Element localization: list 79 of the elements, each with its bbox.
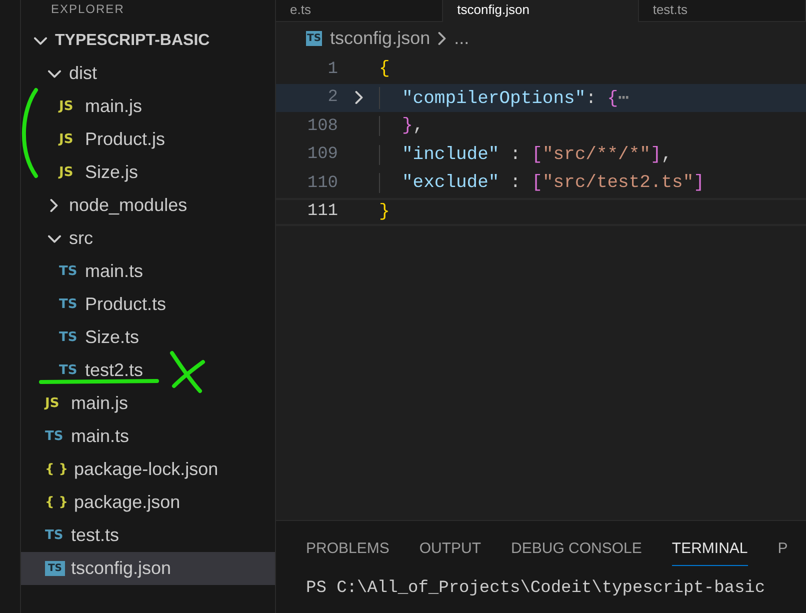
line-number: 108 (306, 116, 338, 136)
hand-drawn-cross-mark (170, 351, 205, 393)
line-number: 109 (306, 145, 338, 164)
file-name: test2.ts (85, 360, 144, 381)
file-name: Product.js (85, 129, 166, 150)
file-item[interactable]: TS test.ts (21, 519, 275, 552)
breadcrumb-item[interactable]: tsconfig.json (330, 28, 430, 49)
breadcrumb-item[interactable]: ... (454, 28, 470, 49)
sidebar-title: EXPLORER (50, 1, 126, 18)
file-name: src (69, 228, 93, 249)
file-name: main.ts (71, 426, 130, 447)
folder-item[interactable]: src (21, 222, 275, 255)
folder-item[interactable]: node_modules (21, 189, 275, 222)
file-type-icon: JS (59, 165, 79, 180)
file-name: package-lock.json (74, 459, 218, 480)
file-type-icon: TS (59, 264, 79, 279)
file-type-icon: TS (59, 297, 79, 312)
chevron-down-icon (34, 36, 46, 44)
file-item[interactable]: TS Size.ts (21, 321, 275, 354)
code-text: "include" : ["src/**/*"], (379, 144, 672, 165)
file-item[interactable]: TS test2.ts (21, 354, 275, 387)
file-type-icon: TS (59, 330, 79, 345)
folder-item[interactable]: TYPESCRIPT-BASIC (21, 24, 275, 57)
file-name: tsconfig.json (71, 558, 172, 579)
file-type-icon: TS (306, 31, 322, 46)
editor-tab[interactable]: test.ts (638, 0, 806, 22)
file-name: main.ts (85, 261, 144, 282)
file-item[interactable]: TS tsconfig.json (21, 552, 275, 585)
file-type-icon: JS (59, 132, 79, 147)
file-type-icon: TS (45, 528, 65, 543)
file-name: node_modules (69, 195, 188, 216)
file-item[interactable]: JS Product.js (21, 123, 275, 156)
file-name: Size.ts (85, 327, 140, 348)
code-text: { (379, 59, 390, 80)
file-name: dist (69, 63, 98, 84)
file-name: Size.js (85, 162, 138, 183)
file-item[interactable]: JS main.js (21, 387, 275, 420)
editor-tab[interactable]: e.ts (276, 0, 444, 22)
chevron-down-icon (48, 234, 60, 242)
line-number: 111 (306, 202, 338, 222)
file-type-icon: JS (45, 396, 65, 411)
line-number: 2 (326, 88, 338, 108)
file-name: main.js (71, 393, 128, 414)
code-text: "exclude" : ["src/test2.ts"] (379, 173, 704, 194)
file-name: test.ts (71, 525, 120, 546)
file-name: package.json (74, 492, 180, 513)
chevron-down-icon (48, 70, 60, 78)
code-text: }, (379, 116, 424, 136)
code-text: "compilerOptions": {⋯ (379, 86, 629, 109)
file-type-icon: TS (45, 429, 65, 444)
chevron-right-icon[interactable] (354, 91, 362, 104)
file-item[interactable]: { } package.json (21, 486, 275, 519)
file-type-icon: { } (45, 462, 68, 477)
file-type-icon: JS (59, 99, 79, 114)
file-name: main.js (85, 96, 142, 117)
line-number: 110 (306, 174, 338, 193)
panel-tab[interactable]: OUTPUT (419, 533, 482, 566)
file-item[interactable]: JS main.js (21, 90, 275, 123)
file-name: TYPESCRIPT-BASIC (55, 32, 210, 50)
file-item[interactable]: JS Size.js (21, 156, 275, 189)
file-name: Product.ts (85, 294, 166, 315)
folder-item[interactable]: dist (21, 57, 275, 90)
file-type-icon: TS (45, 561, 65, 576)
panel-tab[interactable]: PROBLEMS (306, 533, 390, 566)
editor-tab[interactable]: tsconfig.json (443, 0, 639, 22)
file-item[interactable]: TS main.ts (21, 255, 275, 288)
file-item[interactable]: TS main.ts (21, 420, 275, 453)
panel-tab[interactable]: TERMINAL (672, 533, 748, 566)
chevron-right-icon (438, 32, 446, 45)
panel-tab[interactable]: P (778, 533, 788, 566)
file-type-icon: TS (59, 363, 79, 378)
terminal-prompt: PS C:\All_of_Projects\Codeit\typescript-basic (305, 578, 766, 598)
file-item[interactable]: TS Product.ts (21, 288, 275, 321)
chevron-right-icon (50, 199, 58, 212)
file-type-icon: { } (45, 495, 68, 510)
code-text: } (379, 202, 390, 222)
line-number: 1 (326, 60, 338, 79)
file-item[interactable]: { } package-lock.json (21, 453, 275, 486)
panel-tab[interactable]: DEBUG CONSOLE (511, 533, 642, 566)
